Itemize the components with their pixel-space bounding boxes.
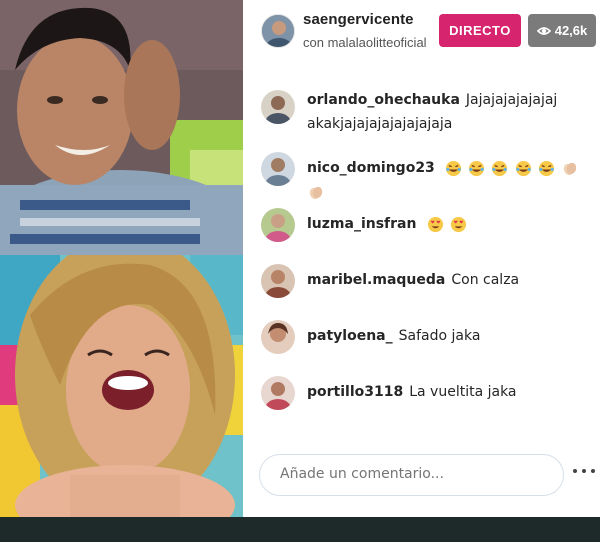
comment-username[interactable]: portillo3118 [307, 384, 403, 400]
host-with-text: con malalaolitteoficial [303, 35, 427, 50]
video-area [0, 0, 243, 517]
comment-username[interactable]: orlando_ohechauka [307, 92, 460, 108]
tears-of-joy-icon [492, 160, 508, 176]
viewer-count-badge: 42,6k [528, 14, 596, 47]
tears-of-joy-icon [515, 160, 531, 176]
host-avatar[interactable] [261, 14, 295, 48]
comment-message: Con calza [451, 272, 520, 288]
host-username[interactable]: saengervicente [303, 11, 414, 28]
clapping-hands-icon [309, 186, 323, 199]
commenter-avatar[interactable] [261, 376, 295, 410]
comment-input[interactable] [280, 466, 550, 482]
tears-of-joy-icon [469, 160, 485, 176]
comment-username[interactable]: nico_domingo23 [307, 160, 435, 176]
commenter-avatar[interactable] [261, 264, 295, 298]
tears-of-joy-icon [538, 160, 554, 176]
clapping-hands-icon [563, 162, 577, 175]
emoji-group [427, 215, 469, 232]
dot-icon [582, 469, 586, 473]
heart-eyes-icon [427, 216, 443, 232]
dot-icon [591, 469, 595, 473]
comment-username[interactable]: luzma_insfran [307, 216, 416, 232]
comment-username[interactable]: maribel.maqueda [307, 272, 445, 288]
live-panel: saengervicente con malalaolitteoficial D… [243, 0, 600, 517]
commenter-avatar[interactable] [261, 90, 295, 124]
live-badge: DIRECTO [439, 14, 521, 47]
commenter-avatar[interactable] [261, 152, 295, 186]
dot-icon [573, 469, 577, 473]
comment-username[interactable]: patyloena_ [307, 328, 393, 344]
live-header: saengervicente con malalaolitteoficial D… [243, 0, 600, 62]
viewer-count: 42,6k [554, 23, 588, 38]
comment-message: Safado jaka [398, 328, 481, 344]
heart-eyes-icon [450, 216, 466, 232]
tears-of-joy-icon [445, 160, 462, 176]
host-video-feed[interactable] [0, 255, 243, 517]
guest-video-feed[interactable] [0, 0, 243, 255]
commenter-avatar[interactable] [261, 208, 295, 242]
comment-box [259, 454, 564, 496]
commenter-avatar[interactable] [261, 320, 295, 354]
more-options-button[interactable] [573, 466, 595, 476]
comment-message: La vueltita jaka [409, 384, 517, 400]
eye-icon [536, 26, 551, 35]
bottom-bar [0, 517, 600, 542]
guest-video-image [0, 0, 243, 255]
host-video-image [0, 255, 243, 517]
